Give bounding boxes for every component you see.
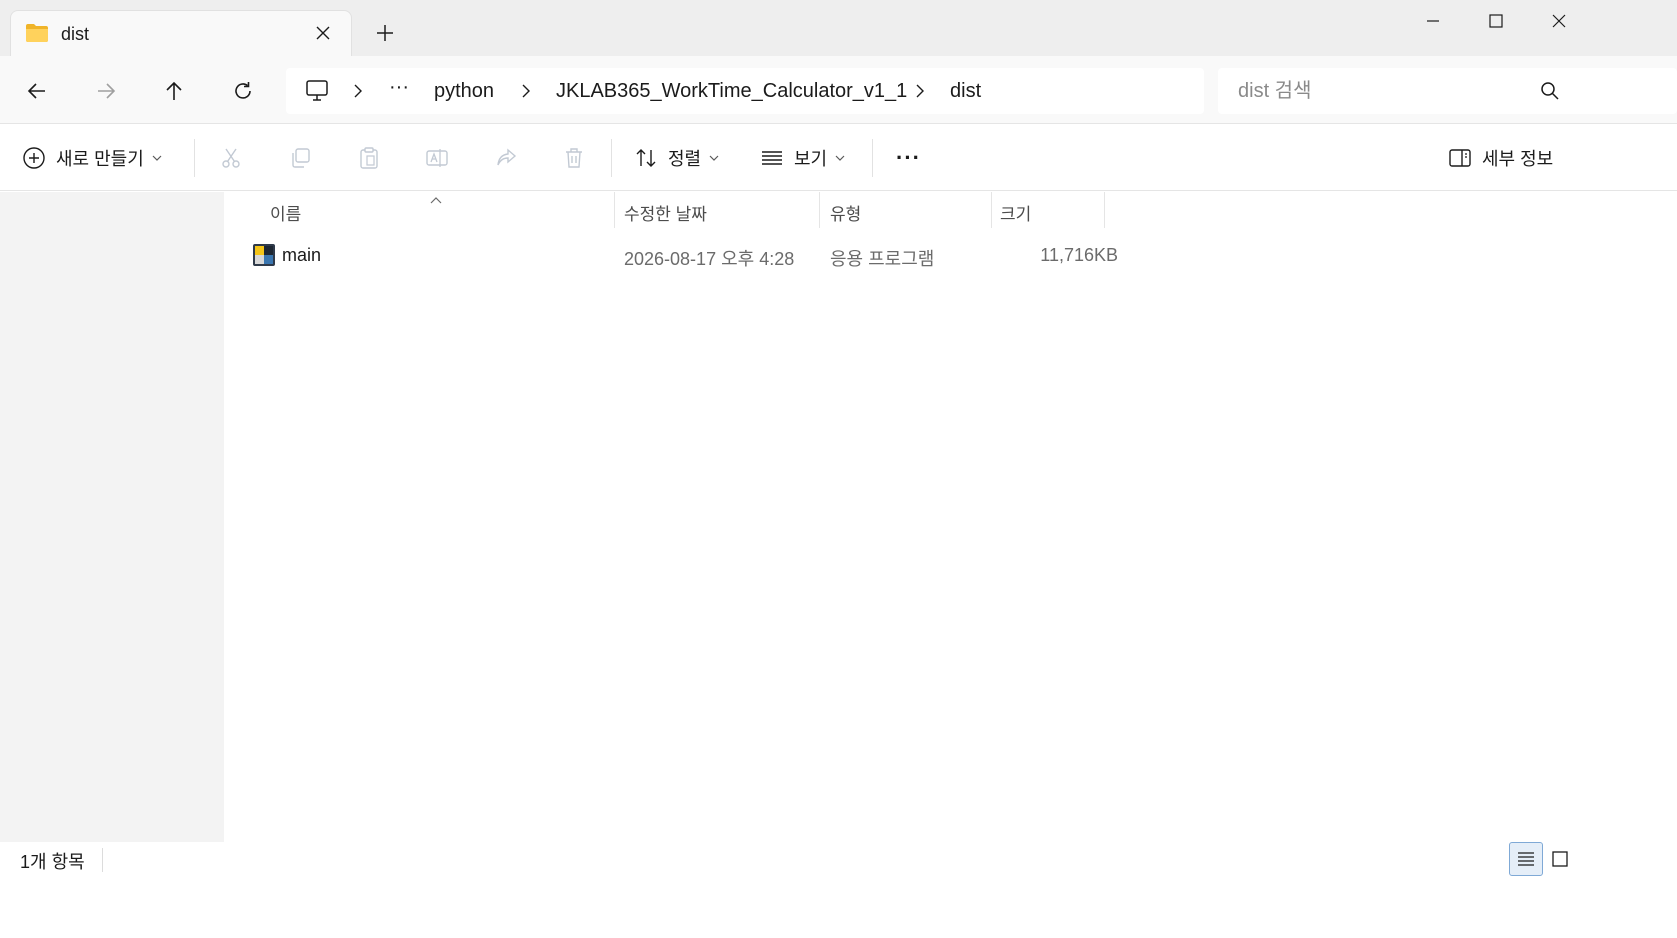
share-icon: [494, 146, 518, 170]
folder-icon: [25, 23, 49, 43]
tab-title: dist: [61, 24, 90, 44]
add-circle-icon: [22, 146, 46, 170]
chevron-right-icon[interactable]: [911, 82, 929, 100]
new-label: 새로 만들기: [56, 149, 144, 169]
breadcrumb[interactable]: ··· python JKLAB365_WorkTime_Calculator_…: [286, 68, 1204, 114]
table-row[interactable]: main 2026-08-17 오후 4:28 응용 프로그램 11,716KB: [246, 238, 1118, 272]
view-label: 보기: [794, 149, 828, 169]
column-divider[interactable]: [1104, 192, 1105, 228]
python-app-icon: [252, 243, 276, 267]
delete-button[interactable]: [562, 142, 586, 174]
rename-button[interactable]: [425, 142, 449, 174]
large-icons-view-icon[interactable]: [1543, 842, 1577, 876]
chevron-down-icon: [835, 153, 845, 163]
file-type: 응용 프로그램: [830, 249, 935, 269]
file-date: 2026-08-17 오후 4:28: [624, 249, 795, 269]
title-bar: dist: [0, 0, 1677, 56]
trash-icon: [562, 146, 586, 170]
breadcrumb-overflow[interactable]: ···: [389, 76, 409, 99]
paste-button[interactable]: [357, 142, 381, 174]
column-header-date[interactable]: 수정한 날짜: [624, 200, 707, 225]
sort-label: 정렬: [668, 149, 702, 169]
sort-button[interactable]: 정렬: [634, 142, 719, 174]
details-pane-button[interactable]: 세부 정보: [1448, 142, 1553, 174]
divider: [872, 139, 873, 177]
cut-button[interactable]: [219, 142, 243, 174]
back-icon[interactable]: [20, 74, 54, 108]
tab-close-icon[interactable]: [311, 21, 335, 45]
refresh-icon[interactable]: [226, 74, 260, 108]
cut-icon: [219, 146, 243, 170]
chevron-right-icon[interactable]: [517, 82, 535, 100]
divider: [194, 139, 195, 177]
search-icon[interactable]: [1540, 81, 1560, 101]
new-button[interactable]: 새로 만들기: [22, 142, 162, 174]
close-window-icon[interactable]: [1544, 6, 1574, 36]
column-header-name[interactable]: 이름: [270, 200, 301, 225]
window-bottom: [0, 878, 1677, 938]
details-pane-icon: [1448, 146, 1472, 170]
this-pc-icon[interactable]: [304, 78, 330, 104]
breadcrumb-item-python[interactable]: python: [434, 80, 494, 103]
minimize-icon[interactable]: [1418, 6, 1448, 36]
column-divider[interactable]: [614, 192, 615, 228]
column-divider[interactable]: [991, 192, 992, 228]
rename-icon: [425, 146, 449, 170]
search-box[interactable]: [1218, 68, 1677, 114]
divider: [102, 848, 103, 872]
address-row: ··· python JKLAB365_WorkTime_Calculator_…: [0, 56, 1677, 124]
maximize-icon[interactable]: [1481, 6, 1511, 36]
view-button[interactable]: 보기: [760, 142, 845, 174]
details-label: 세부 정보: [1482, 149, 1554, 169]
search-input[interactable]: [1238, 78, 1538, 104]
file-list[interactable]: 이름 수정한 날짜 유형 크기 main 2026-08-17 오후 4:28 …: [224, 192, 1677, 842]
copy-button[interactable]: [288, 142, 312, 174]
copy-icon: [288, 146, 312, 170]
file-name: main: [282, 245, 322, 265]
status-bar: 1개 항목: [0, 842, 1677, 878]
forward-icon[interactable]: [89, 74, 123, 108]
navigation-pane[interactable]: [0, 192, 224, 842]
more-button[interactable]: ···: [896, 142, 921, 174]
breadcrumb-item-project[interactable]: JKLAB365_WorkTime_Calculator_v1_1: [556, 80, 907, 103]
sort-ascending-icon: [429, 192, 443, 204]
command-bar: 새로 만들기 정렬 보기 ··· 세부 정보: [0, 125, 1677, 191]
chevron-down-icon: [709, 153, 719, 163]
breadcrumb-item-dist[interactable]: dist: [950, 80, 981, 103]
file-size: 11,716KB: [1040, 245, 1118, 265]
view-list-icon: [760, 146, 784, 170]
paste-icon: [357, 146, 381, 170]
chevron-down-icon: [152, 153, 162, 163]
item-count: 1개 항목: [20, 852, 85, 872]
column-header-size[interactable]: 크기: [1000, 200, 1031, 225]
column-divider[interactable]: [819, 192, 820, 228]
column-header-type[interactable]: 유형: [830, 200, 861, 225]
divider: [611, 139, 612, 177]
details-view-icon[interactable]: [1509, 842, 1543, 876]
chevron-right-icon[interactable]: [349, 82, 367, 100]
tab-dist[interactable]: dist: [10, 10, 352, 56]
share-button[interactable]: [494, 142, 518, 174]
sort-icon: [634, 146, 658, 170]
up-icon[interactable]: [157, 74, 191, 108]
new-tab-icon[interactable]: [372, 20, 398, 46]
